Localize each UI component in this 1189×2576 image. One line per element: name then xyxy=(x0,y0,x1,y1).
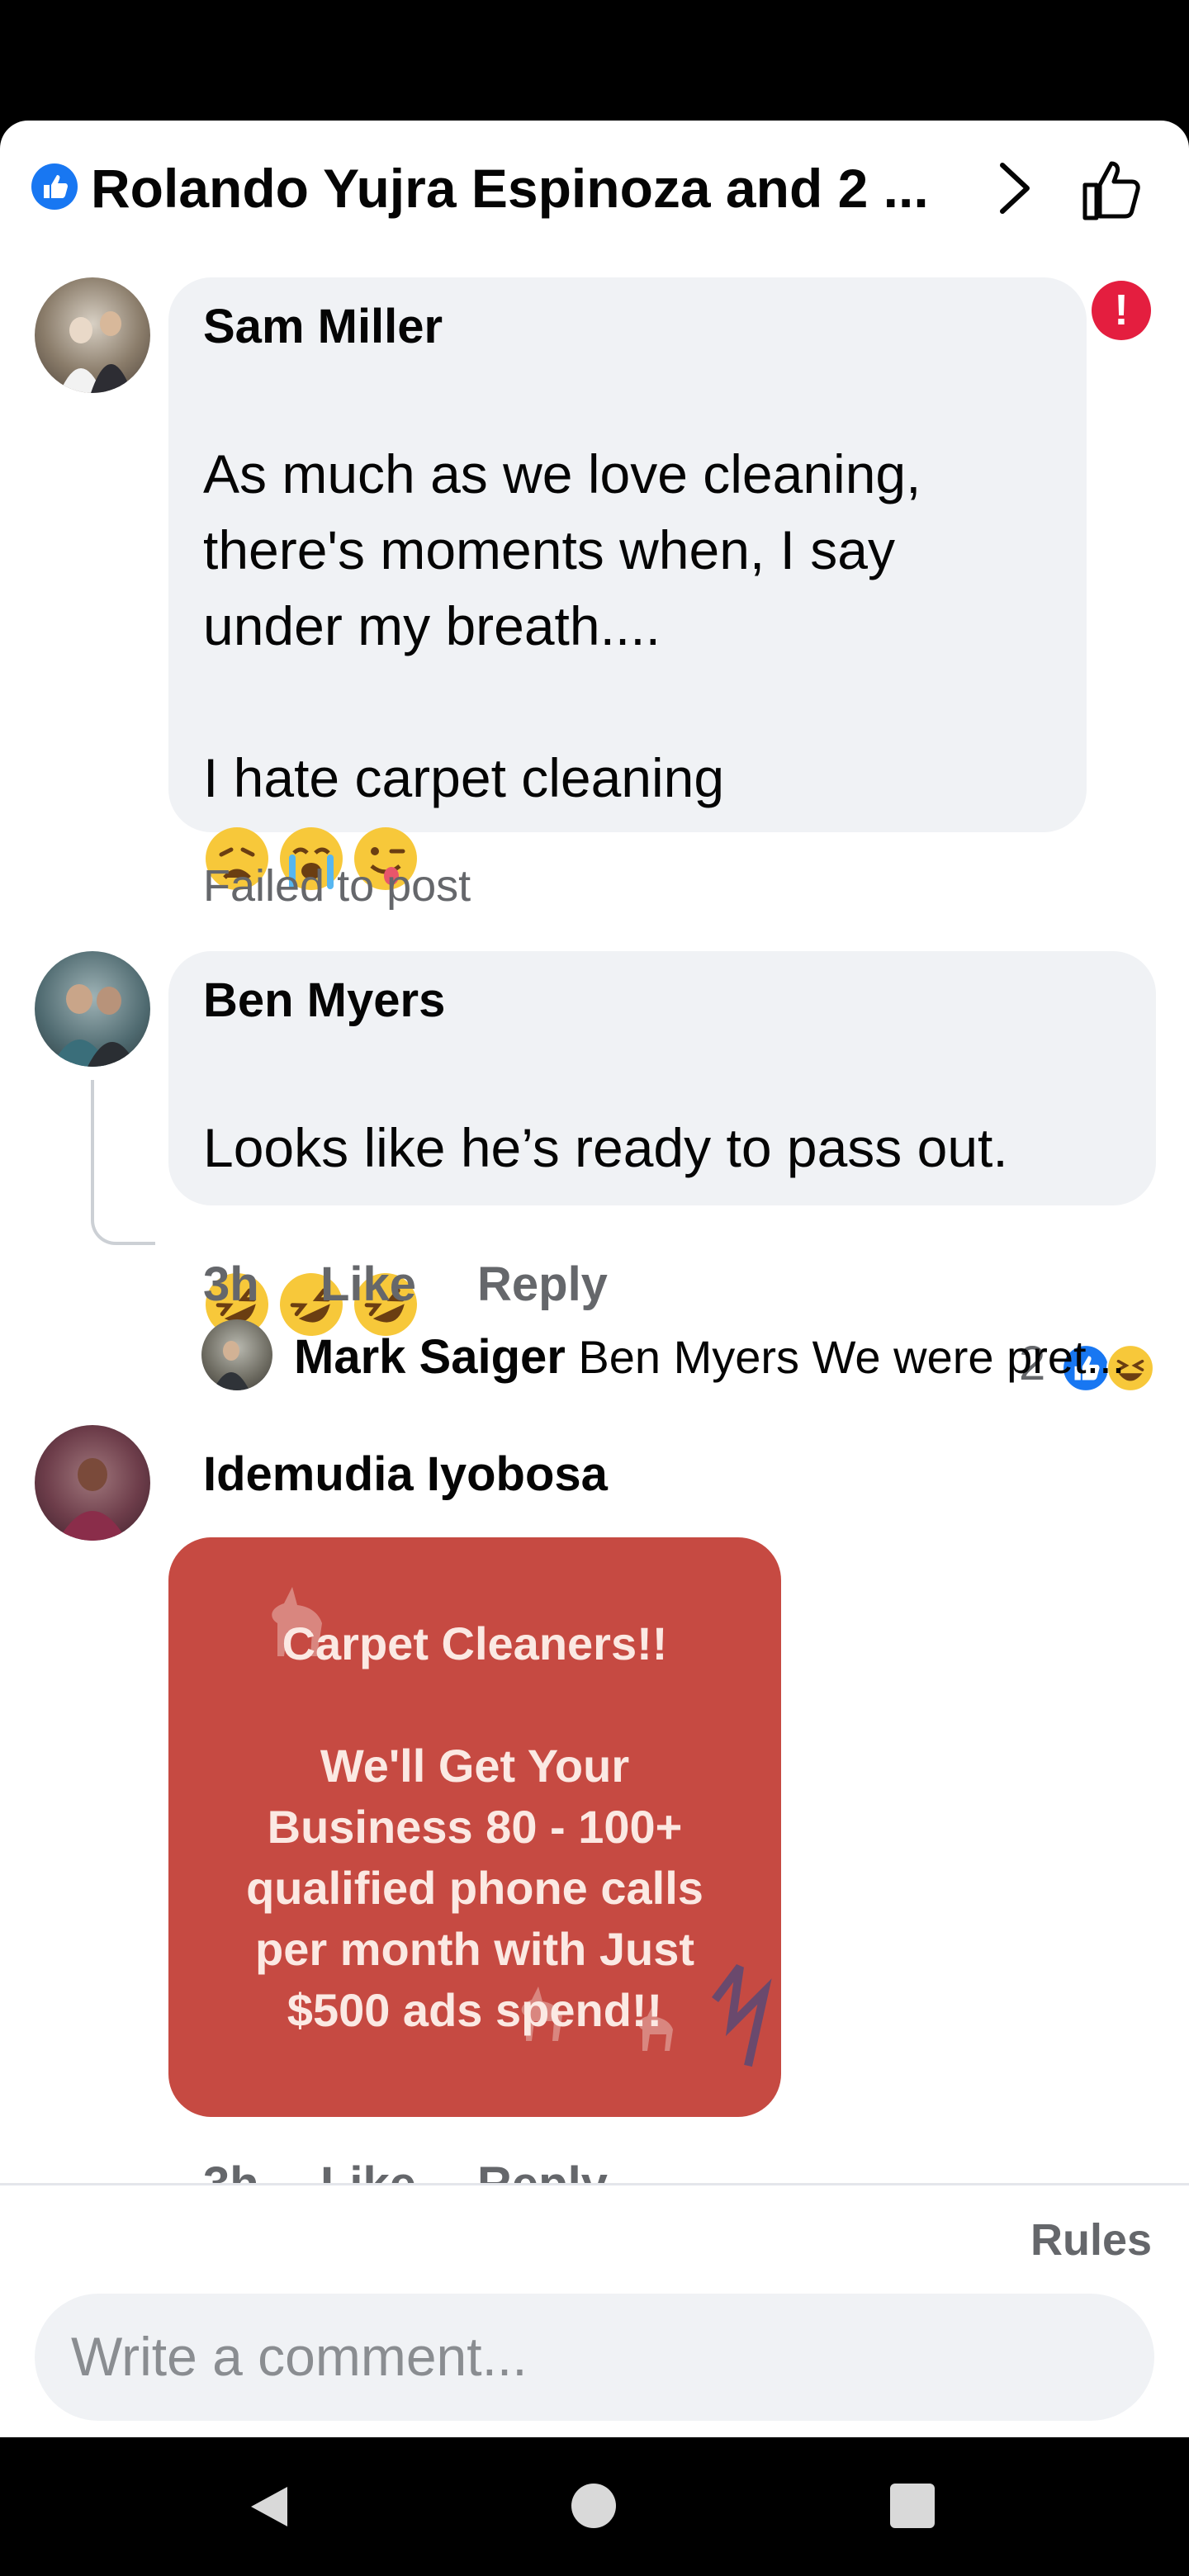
comment-author[interactable]: Idemudia Iyobosa xyxy=(203,1447,608,1502)
reactors-title[interactable]: Rolando Yujra Espinoza and 2 ... xyxy=(91,155,950,221)
comment-author[interactable]: Sam Miller xyxy=(203,299,443,354)
avatar-mark-saiger[interactable] xyxy=(201,1319,272,1390)
comment-image[interactable]: Carpet Cleaners!! We'll Get Your Busines… xyxy=(168,1537,781,2117)
thumbs-up-outline-icon[interactable] xyxy=(1078,154,1149,225)
divider xyxy=(0,2183,1189,2185)
avatar-photo xyxy=(58,1458,127,1541)
comment-body: Looks like he’s ready to pass out. xyxy=(203,1117,1008,1178)
comment-input-placeholder: Write a comment... xyxy=(71,2326,528,2387)
back-icon[interactable] xyxy=(246,2484,292,2530)
image-text: Carpet Cleaners!! We'll Get Your Busines… xyxy=(246,1617,703,2036)
like-button[interactable]: Like xyxy=(320,1257,416,1312)
recents-icon[interactable] xyxy=(890,2484,935,2528)
comment-body: As much as we love cleaning, there's mom… xyxy=(203,443,921,808)
like-icon xyxy=(31,163,78,210)
comment-time: 3h xyxy=(203,1257,259,1311)
error-icon[interactable]: ! xyxy=(1092,281,1151,340)
comment-author[interactable]: Ben Myers xyxy=(203,973,445,1028)
failed-to-post-status: Failed to post xyxy=(203,861,471,911)
avatar-ben-myers[interactable] xyxy=(35,951,150,1067)
home-icon[interactable] xyxy=(571,2484,616,2528)
avatar-photo xyxy=(213,1341,249,1390)
comments-sheet: Rolando Yujra Espinoza and 2 ... Sam Mil… xyxy=(0,121,1189,2437)
avatar-photo xyxy=(59,311,132,393)
status-bar xyxy=(0,0,1189,121)
reply-text: Ben Myers We were pret... xyxy=(578,1331,1125,1383)
reply-author: Mark Saiger xyxy=(294,1330,566,1384)
comments-header: Rolando Yujra Espinoza and 2 ... xyxy=(0,121,1189,261)
system-navigation-bar xyxy=(0,2437,1189,2576)
reply-thread-line xyxy=(91,1080,155,1245)
comment-text: As much as we love cleaning, there's mom… xyxy=(203,360,1062,1044)
avatar-photo xyxy=(51,984,137,1067)
avatar-sam-miller[interactable] xyxy=(35,277,150,393)
comment-input[interactable]: Write a comment... xyxy=(35,2294,1154,2421)
reply-button[interactable]: Reply xyxy=(477,1257,608,1312)
rules-link[interactable]: Rules xyxy=(1030,2214,1152,2266)
reply-preview[interactable]: Mark Saiger Ben Myers We were pret... xyxy=(294,1329,1161,1385)
chevron-right-icon[interactable] xyxy=(988,159,1040,218)
avatar-idemudia-iyobosa[interactable] xyxy=(35,1425,150,1541)
